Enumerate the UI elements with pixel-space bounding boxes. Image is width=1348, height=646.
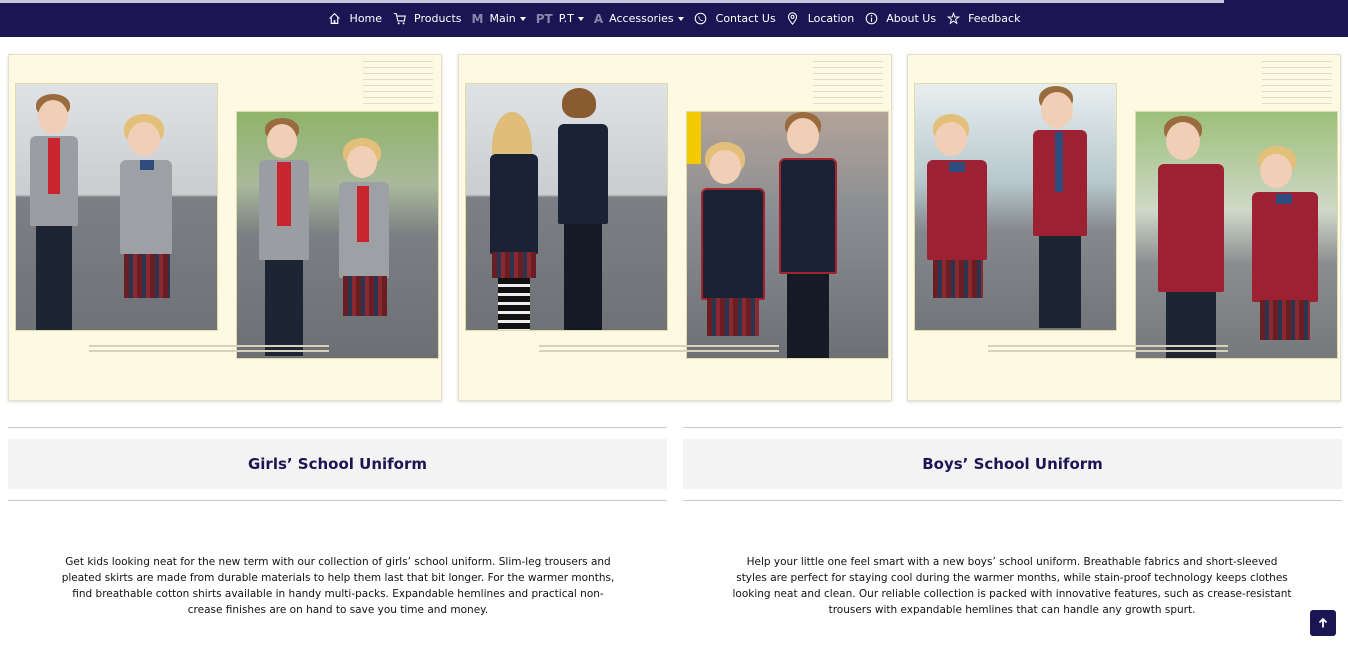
nav-feedback-label: Feedback: [968, 12, 1021, 25]
nav-about-label: About Us: [886, 12, 937, 25]
product-photo: [236, 111, 439, 359]
card-caption-decor: [89, 345, 329, 355]
home-icon: [328, 12, 342, 26]
product-photo: [15, 83, 218, 331]
back-to-top-button[interactable]: [1310, 610, 1336, 636]
card-caption-decor: [539, 345, 779, 355]
card-decor-text: [813, 61, 883, 109]
card-decor-text: [363, 61, 433, 109]
boys-uniform-title: Boys’ School Uniform: [922, 455, 1103, 473]
girls-uniform-section: Girls’ School Uniform: [8, 427, 667, 501]
main-glyph-icon: M: [471, 11, 484, 26]
nav-feedback[interactable]: Feedback: [946, 12, 1020, 26]
chevron-down-icon: [519, 16, 526, 21]
phone-icon: [694, 12, 708, 26]
chevron-down-icon: [577, 16, 584, 21]
yellow-sign: [687, 112, 701, 164]
location-pin-icon: [786, 12, 800, 26]
nav-main-dropdown[interactable]: M Main: [472, 12, 526, 26]
nav-pt-dropdown[interactable]: PT P.T: [536, 12, 584, 26]
nav-location-label: Location: [807, 12, 855, 25]
nav-location[interactable]: Location: [786, 12, 855, 26]
card-decor-text: [1262, 61, 1332, 109]
nav-contact-label: Contact Us: [715, 12, 776, 25]
chevron-down-icon: [677, 16, 684, 21]
arrow-up-icon: [1318, 617, 1328, 628]
nav-products[interactable]: Products: [392, 12, 462, 26]
product-photo: [686, 111, 889, 359]
cart-icon: [392, 12, 406, 26]
nav-main-label: Main: [489, 12, 516, 25]
top-navbar: Home Products M Main PT P.T A Accessorie…: [0, 0, 1348, 37]
main-nav: Home Products M Main PT P.T A Accessorie…: [0, 0, 1348, 37]
section-title-band: Girls’ School Uniform: [8, 439, 667, 489]
nav-accessories-label: Accessories: [609, 12, 674, 25]
girls-uniform-description: Get kids looking neat for the new term w…: [61, 556, 615, 616]
product-card[interactable]: [8, 54, 442, 401]
feedback-icon: [946, 12, 960, 26]
card-caption-decor: [988, 345, 1228, 355]
nav-pt-label: P.T: [558, 12, 574, 25]
girls-uniform-title: Girls’ School Uniform: [247, 455, 428, 473]
nav-products-label: Products: [414, 12, 462, 25]
pt-glyph-icon: PT: [535, 11, 553, 26]
info-icon: [864, 12, 878, 26]
nav-about[interactable]: About Us: [864, 12, 936, 26]
section-title-band: Boys’ School Uniform: [683, 439, 1342, 489]
accessories-glyph-icon: A: [593, 11, 604, 26]
boys-uniform-description: Help your little one feel smart with a n…: [732, 556, 1292, 616]
product-photo: [1135, 111, 1338, 359]
product-card[interactable]: [907, 54, 1341, 401]
nav-accessories-dropdown[interactable]: A Accessories: [594, 12, 684, 26]
product-card[interactable]: [458, 54, 892, 401]
boys-uniform-section: Boys’ School Uniform: [683, 427, 1342, 501]
product-photo: [465, 83, 668, 331]
nav-home-label: Home: [349, 12, 383, 25]
product-photo: [914, 83, 1117, 331]
nav-contact[interactable]: Contact Us: [694, 12, 776, 26]
nav-home[interactable]: Home: [328, 12, 382, 26]
